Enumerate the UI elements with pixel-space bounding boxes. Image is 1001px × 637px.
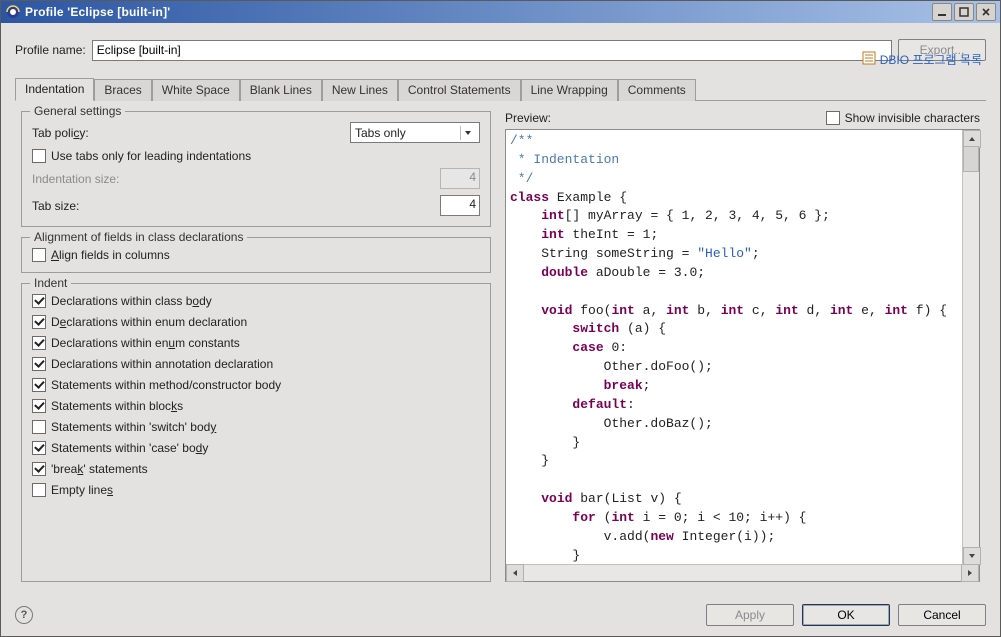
app-icon bbox=[5, 4, 21, 20]
scroll-right-icon[interactable] bbox=[961, 564, 979, 582]
vertical-scrollbar[interactable] bbox=[962, 130, 979, 565]
checkbox-icon bbox=[32, 483, 46, 497]
tab-braces[interactable]: Braces bbox=[94, 79, 151, 101]
indent-checkbox-7[interactable]: Statements within 'case' body bbox=[32, 441, 480, 455]
chevron-down-icon bbox=[460, 126, 475, 140]
indentation-size-label: Indentation size: bbox=[32, 172, 440, 186]
scroll-left-icon[interactable] bbox=[506, 564, 524, 582]
checkbox-icon bbox=[32, 441, 46, 455]
tab-policy-label: Tab policy: bbox=[32, 126, 350, 140]
tab-comments[interactable]: Comments bbox=[618, 79, 696, 101]
indent-checkbox-4[interactable]: Statements within method/constructor bod… bbox=[32, 378, 480, 392]
preview-label: Preview: bbox=[505, 111, 826, 125]
align-fields-checkbox[interactable]: Align fields in columns bbox=[32, 248, 480, 262]
tab-control-statements[interactable]: Control Statements bbox=[398, 79, 521, 101]
tab-size-label: Tab size: bbox=[32, 199, 440, 213]
show-invisible-checkbox[interactable]: Show invisible characters bbox=[826, 111, 980, 125]
code-preview[interactable]: /** * Indentation */ class Example { int… bbox=[506, 130, 979, 564]
alignment-legend: Alignment of fields in class declaration… bbox=[30, 230, 247, 244]
cancel-button[interactable]: Cancel bbox=[898, 604, 986, 626]
tab-indentation[interactable]: Indentation bbox=[15, 78, 94, 101]
indent-checkbox-1[interactable]: Declarations within enum declaration bbox=[32, 315, 480, 329]
checkbox-icon bbox=[32, 336, 46, 350]
tab-line-wrapping[interactable]: Line Wrapping bbox=[521, 79, 618, 101]
indent-checkbox-8[interactable]: 'break' statements bbox=[32, 462, 480, 476]
indentation-size-input: 4 bbox=[440, 168, 480, 189]
indent-checkbox-5[interactable]: Statements within blocks bbox=[32, 399, 480, 413]
profile-name-input[interactable] bbox=[92, 40, 892, 61]
ok-button[interactable]: OK bbox=[802, 604, 890, 626]
indent-checkbox-9[interactable]: Empty lines bbox=[32, 483, 480, 497]
preview-box: /** * Indentation */ class Example { int… bbox=[505, 129, 980, 582]
scroll-thumb[interactable] bbox=[963, 146, 979, 172]
profile-name-label: Profile name: bbox=[15, 43, 86, 57]
general-settings-legend: General settings bbox=[30, 104, 125, 118]
horizontal-scrollbar[interactable] bbox=[506, 564, 979, 581]
general-settings-group: General settings Tab policy: Tabs only U… bbox=[21, 111, 491, 227]
indent-legend: Indent bbox=[30, 276, 71, 290]
use-tabs-leading-checkbox[interactable]: Use tabs only for leading indentations bbox=[32, 149, 480, 163]
header-link[interactable]: DBIO 프로그램 목록 bbox=[862, 51, 982, 68]
close-button[interactable] bbox=[976, 3, 996, 21]
help-icon[interactable]: ? bbox=[15, 606, 33, 624]
checkbox-icon bbox=[32, 378, 46, 392]
checkbox-icon bbox=[32, 462, 46, 476]
tab-blank-lines[interactable]: Blank Lines bbox=[240, 79, 322, 101]
maximize-button[interactable] bbox=[954, 3, 974, 21]
tabstrip: Indentation Braces White Space Blank Lin… bbox=[15, 77, 986, 101]
checkbox-icon bbox=[32, 357, 46, 371]
checkbox-icon bbox=[32, 248, 46, 262]
list-icon bbox=[862, 51, 876, 68]
minimize-button[interactable] bbox=[932, 3, 952, 21]
window-title: Profile 'Eclipse [built-in]' bbox=[25, 5, 932, 19]
indent-checkbox-6[interactable]: Statements within 'switch' body bbox=[32, 420, 480, 434]
checkbox-icon bbox=[826, 111, 840, 125]
alignment-group: Alignment of fields in class declaration… bbox=[21, 237, 491, 273]
dialog-window: Profile 'Eclipse [built-in]' DBIO 프로그램 목… bbox=[0, 0, 1001, 637]
indent-group: Indent Declarations within class bodyDec… bbox=[21, 283, 491, 582]
checkbox-icon bbox=[32, 399, 46, 413]
tab-policy-select[interactable]: Tabs only bbox=[350, 122, 480, 143]
indent-checkbox-2[interactable]: Declarations within enum constants bbox=[32, 336, 480, 350]
checkbox-icon bbox=[32, 149, 46, 163]
tab-white-space[interactable]: White Space bbox=[152, 79, 240, 101]
checkbox-icon bbox=[32, 294, 46, 308]
indent-checkbox-0[interactable]: Declarations within class body bbox=[32, 294, 480, 308]
checkbox-icon bbox=[32, 420, 46, 434]
indent-checkbox-3[interactable]: Declarations within annotation declarati… bbox=[32, 357, 480, 371]
apply-button[interactable]: Apply bbox=[706, 604, 794, 626]
titlebar: Profile 'Eclipse [built-in]' bbox=[1, 1, 1000, 23]
tab-size-input[interactable]: 4 bbox=[440, 195, 480, 216]
tab-new-lines[interactable]: New Lines bbox=[322, 79, 398, 101]
scroll-down-icon[interactable] bbox=[963, 547, 981, 565]
checkbox-icon bbox=[32, 315, 46, 329]
